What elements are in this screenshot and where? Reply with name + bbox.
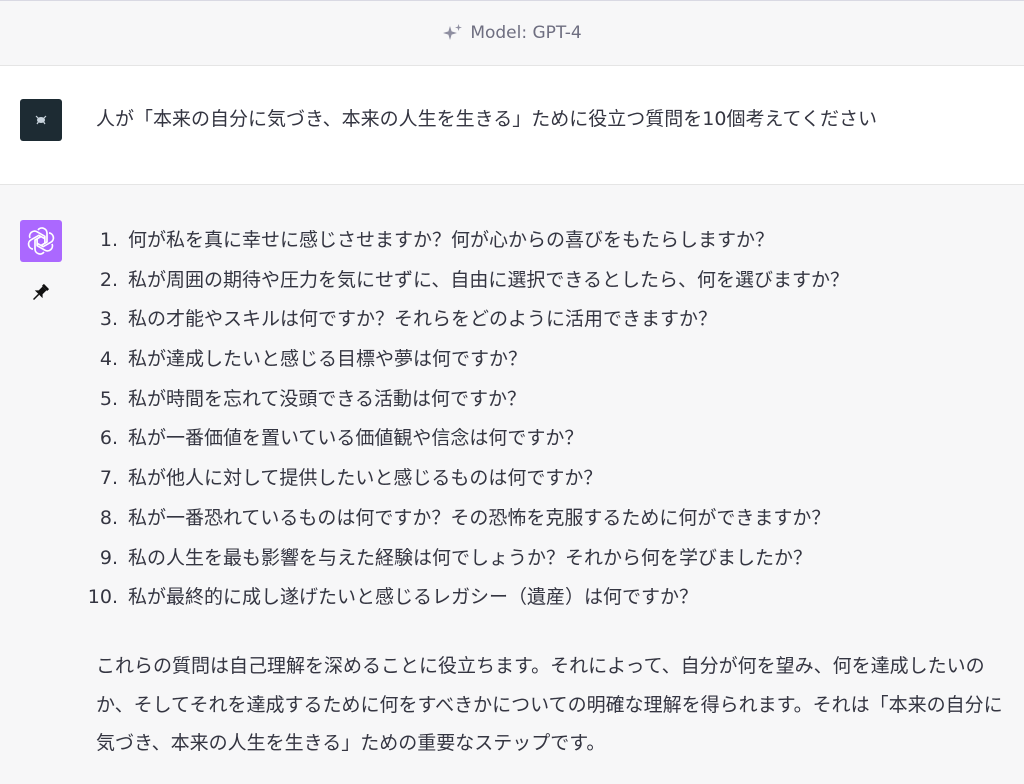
list-number: 6. bbox=[99, 427, 118, 450]
list-number: 9. bbox=[99, 546, 118, 569]
assistant-message: 1. 何が私を真に幸せに感じさせますか？何が心からの喜びをもたらしますか？ 2. 私… bbox=[0, 185, 1024, 784]
user-message: 人が「本来の自分に気づき、本来の人生を生きる」ために役立つ質問を10個考えてくだ… bbox=[0, 66, 1024, 185]
list-number: 1. bbox=[99, 229, 118, 251]
list-number: 10. bbox=[87, 586, 118, 609]
list-number: 4. bbox=[99, 348, 118, 371]
user-message-text: 人が「本来の自分に気づき、本来の人生を生きる」ために役立つ質問を10個考えてくだ… bbox=[96, 108, 877, 130]
list-text: 私が一番価値を置いている価値観や信念は何ですか？ bbox=[128, 427, 584, 450]
list-number: 5. bbox=[99, 387, 118, 410]
list-text: 私が他人に対して提供したいと感じるものは何ですか？ bbox=[128, 467, 603, 490]
list-number: 2. bbox=[99, 268, 118, 291]
list-text: 何が私を真に幸せに感じさせますか？何が心からの喜びをもたらしますか？ bbox=[128, 229, 775, 251]
list-text: 私の才能やスキルは何ですか？それらをどのように活用できますか？ bbox=[128, 308, 718, 331]
list-number: 3. bbox=[99, 308, 118, 331]
model-header: Model: GPT-4 bbox=[0, 0, 1024, 66]
list-text: 私が達成したいと感じる目標や夢は何ですか？ bbox=[128, 348, 528, 371]
list-number: 7. bbox=[99, 467, 118, 490]
summary-paragraph: これらの質問は自己理解を深めることに役立ちます。それによって、自分が何を望み、何… bbox=[96, 655, 1003, 754]
sparkle-icon bbox=[442, 23, 464, 43]
list-text: 私が時間を忘れて没頭できる活動は何ですか？ bbox=[128, 387, 527, 410]
list-text: 私が一番恐れているものは何ですか？その恐怖を克服するために何ができますか？ bbox=[128, 506, 831, 529]
list-text: 私が周囲の期待や圧力を気にせずに、自由に選択できるとしたら、何を選びますか？ bbox=[128, 268, 850, 291]
model-label: Model: GPT-4 bbox=[470, 23, 582, 43]
pin-icon[interactable] bbox=[29, 282, 51, 304]
user-avatar bbox=[20, 99, 62, 141]
openai-logo-icon bbox=[20, 220, 62, 262]
list-number: 8. bbox=[99, 506, 118, 529]
list-text: 私が最終的に成し遂げたいと感じるレガシー（遺産）は何ですか？ bbox=[128, 586, 699, 609]
list-text: 私の人生を最も影響を与えた経験は何でしょうか？それから何を学びましたか？ bbox=[128, 546, 813, 569]
